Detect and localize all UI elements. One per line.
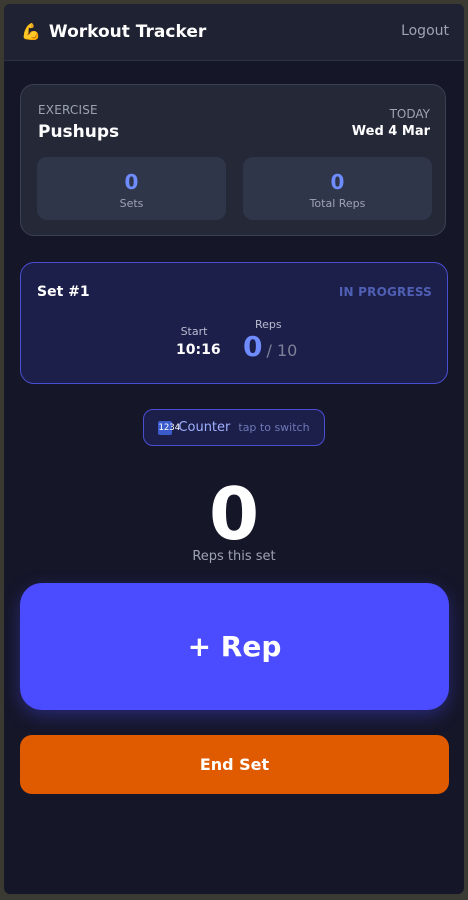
app-title: Workout Tracker bbox=[48, 22, 207, 42]
flexed-biceps-icon: 💪 bbox=[21, 22, 41, 41]
start-time: 10:16 bbox=[176, 342, 221, 358]
mode-switch-button[interactable]: 1234 Counter tap to switch bbox=[143, 409, 325, 446]
rep-counter-label: Reps this set bbox=[192, 549, 276, 564]
set-reps-target: / 10 bbox=[266, 341, 298, 360]
app-window: 💪 Workout Tracker Logout EXERCISE Pushup… bbox=[4, 4, 464, 894]
set-reps-line: 0 / 10 bbox=[243, 331, 297, 363]
set-reps-block: Reps 0 / 10 bbox=[243, 318, 297, 363]
current-set-card: Set #1 IN PROGRESS Start 10:16 Reps 0 / … bbox=[20, 262, 448, 384]
start-block: Start 10:16 bbox=[176, 325, 221, 358]
sets-stat: 0 Sets bbox=[37, 157, 226, 220]
set-status-badge: IN PROGRESS bbox=[338, 285, 432, 299]
set-reps-current: 0 bbox=[243, 330, 263, 363]
mode-label: Counter bbox=[178, 420, 231, 435]
start-label: Start bbox=[180, 325, 208, 338]
add-rep-button[interactable]: + Rep bbox=[20, 583, 449, 710]
sets-label: Sets bbox=[119, 197, 144, 210]
rep-counter-value: 0 bbox=[208, 472, 260, 556]
end-set-button[interactable]: End Set bbox=[20, 735, 449, 794]
logout-link[interactable]: Logout bbox=[401, 23, 449, 39]
brand: 💪 Workout Tracker bbox=[21, 21, 206, 43]
counter-icon: 1234 bbox=[158, 420, 181, 435]
mode-hint: tap to switch bbox=[238, 421, 310, 434]
set-title: Set #1 bbox=[37, 284, 90, 300]
total-reps-value: 0 bbox=[330, 170, 345, 194]
total-reps-label: Total Reps bbox=[309, 197, 366, 210]
today-label: TODAY bbox=[389, 107, 430, 121]
today-date: Wed 4 Mar bbox=[351, 124, 430, 139]
sets-value: 0 bbox=[124, 170, 139, 194]
total-reps-stat: 0 Total Reps bbox=[243, 157, 432, 220]
app-header: 💪 Workout Tracker Logout bbox=[4, 4, 464, 61]
exercise-card: EXERCISE Pushups TODAY Wed 4 Mar 0 Sets … bbox=[20, 84, 446, 236]
exercise-name: Pushups bbox=[38, 122, 120, 142]
exercise-label: EXERCISE bbox=[38, 103, 98, 117]
